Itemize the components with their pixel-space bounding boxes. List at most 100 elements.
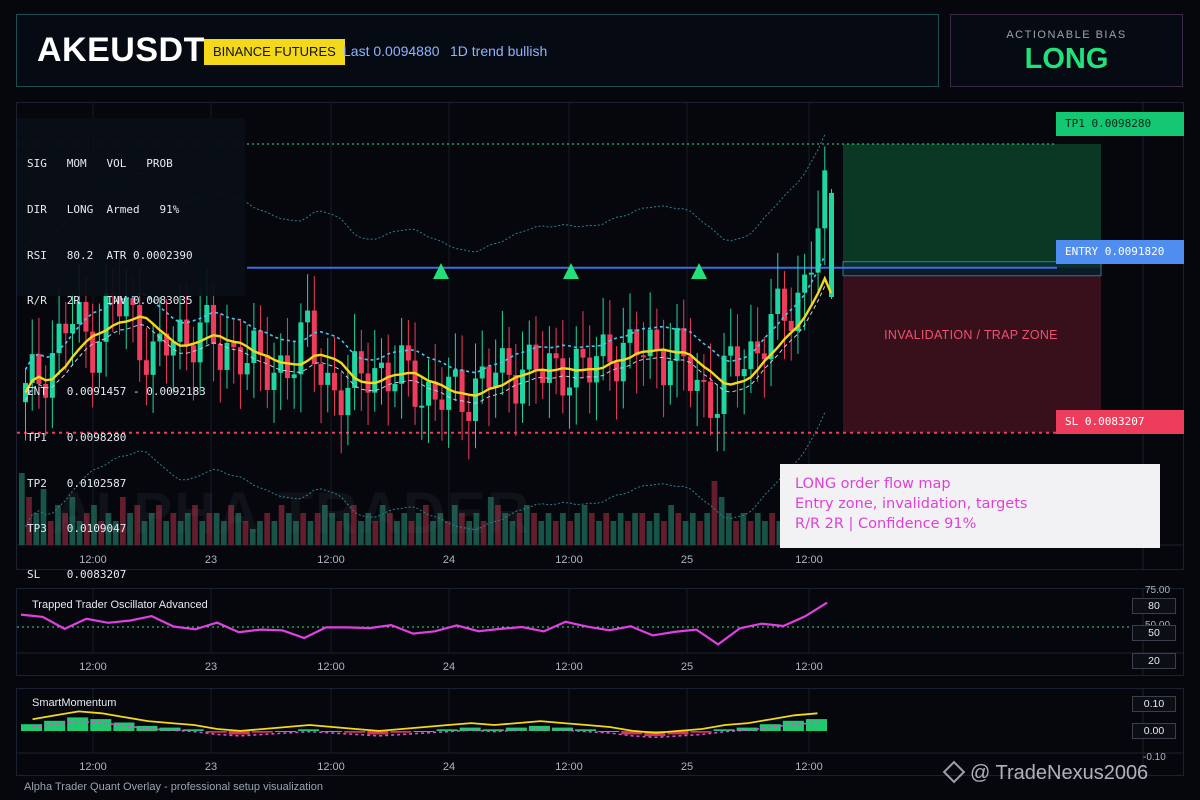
momentum-bar	[528, 725, 550, 731]
candle-body	[607, 334, 613, 363]
volume-bar	[581, 505, 588, 545]
momentum-box-zero: 0.00	[1132, 723, 1176, 739]
candle-body	[634, 329, 640, 356]
volume-bar	[560, 513, 566, 545]
candle-body	[654, 329, 660, 351]
candle-body	[499, 348, 505, 373]
exchange-badge: BINANCE FUTURES	[204, 39, 345, 65]
momentum-bar	[21, 724, 43, 731]
time-tick-label: 25	[681, 554, 693, 566]
momentum-bar	[274, 731, 297, 732]
time-tick-label: 12:00	[317, 554, 345, 566]
momentum-bar	[805, 719, 827, 731]
footer-caption: Alpha Trader Quant Overlay - professiona…	[24, 781, 323, 793]
oscillator-title: Trapped Trader Oscillator Advanced	[32, 599, 208, 611]
time-tick-label: 12:00	[317, 761, 345, 773]
momentum-bar	[344, 731, 366, 733]
candle-body	[600, 334, 606, 357]
candle-body	[271, 372, 277, 390]
momentum-bar	[67, 717, 89, 731]
candle-body	[674, 328, 680, 361]
candle-body	[640, 355, 646, 358]
volume-bar	[632, 513, 638, 545]
candle-body	[466, 411, 472, 422]
oscillator-box-50: 50	[1132, 625, 1176, 641]
candle-body	[345, 387, 351, 416]
candle-body	[808, 272, 814, 275]
candle-body	[748, 341, 754, 370]
invalidation-zone-label: INVALIDATION / TRAP ZONE	[884, 328, 1058, 342]
header-bar: AKEUSDT BINANCE FUTURES Last 0.0094880 1…	[16, 14, 939, 87]
volume-bar	[653, 513, 660, 545]
time-tick-label: 23	[205, 761, 217, 773]
oscillator-box-20: 20	[1132, 653, 1176, 669]
candle-body	[694, 379, 700, 391]
candle-body	[580, 348, 586, 358]
candle-body	[781, 288, 787, 321]
candle-body	[614, 362, 620, 382]
tp1-price-tag: TP1 0.0098280	[1056, 112, 1184, 136]
momentum-bar	[113, 722, 135, 731]
momentum-bar	[436, 729, 458, 731]
candle-body	[452, 369, 458, 377]
time-tick-label: 12:00	[555, 554, 583, 566]
momentum-bar	[90, 719, 112, 731]
candle-body	[419, 405, 425, 408]
candle-body	[829, 193, 834, 297]
candle-body	[439, 399, 445, 410]
volume-bar	[754, 513, 761, 545]
buy-signal-marker	[563, 263, 579, 279]
candle-body	[405, 345, 411, 361]
candle-body	[459, 369, 465, 412]
time-tick-label: 12:00	[317, 661, 345, 673]
momentum-bar	[182, 729, 204, 731]
candle-body	[701, 379, 707, 382]
candle-body	[352, 351, 358, 388]
volume-bar	[596, 521, 602, 545]
buy-signal-marker	[691, 263, 707, 279]
info-line: R/R 2R INV 0.0083035	[27, 294, 193, 308]
candle-body	[426, 381, 431, 406]
volume-bar	[538, 521, 545, 545]
candle-body	[728, 346, 734, 356]
note-line: R/R 2R | Confidence 91%	[795, 516, 977, 532]
symbol-title: AKEUSDT	[37, 31, 205, 69]
candle-body	[540, 369, 546, 383]
volume-bar	[639, 513, 646, 545]
volume-bar	[682, 521, 689, 545]
candle-body	[526, 344, 532, 370]
entry-price-tag: ENTRY 0.0091820	[1056, 240, 1184, 264]
time-tick-label: 25	[681, 761, 693, 773]
volume-bar	[711, 481, 718, 545]
candle-body	[506, 348, 512, 375]
volume-bar	[646, 521, 653, 545]
bias-panel: ACTIONABLE BIAS LONG	[950, 14, 1183, 87]
candle-body	[822, 170, 828, 229]
candle-body	[258, 330, 264, 356]
candle-body	[620, 342, 626, 382]
trend-text: 1D trend bullish	[450, 43, 548, 59]
bias-value: LONG	[1024, 43, 1109, 75]
candle-body	[392, 383, 398, 392]
candle-body	[486, 366, 492, 388]
oscillator-axis-top: 75.00	[1145, 585, 1171, 596]
candle-body	[378, 362, 384, 369]
time-tick-label: 24	[443, 554, 455, 566]
time-tick-label: 24	[443, 661, 455, 673]
candle-body	[446, 376, 452, 410]
candle-body	[755, 341, 761, 354]
volume-bar	[668, 505, 674, 545]
candle-body	[278, 355, 284, 373]
info-line: DIR LONG Armed 91%	[27, 203, 180, 217]
time-tick-label: 12:00	[795, 554, 823, 566]
oscillator-box-80: 80	[1132, 598, 1176, 614]
note-line: LONG order flow map	[795, 476, 951, 492]
momentum-box-top: 0.10	[1132, 696, 1176, 712]
credit-watermark: @ TradeNexus2006	[942, 760, 1148, 785]
momentum-bar	[713, 729, 735, 731]
momentum-bar	[690, 731, 712, 733]
time-tick-label: 12:00	[555, 661, 583, 673]
volume-bar	[661, 521, 667, 545]
info-line	[27, 339, 245, 354]
candle-body	[721, 355, 727, 415]
